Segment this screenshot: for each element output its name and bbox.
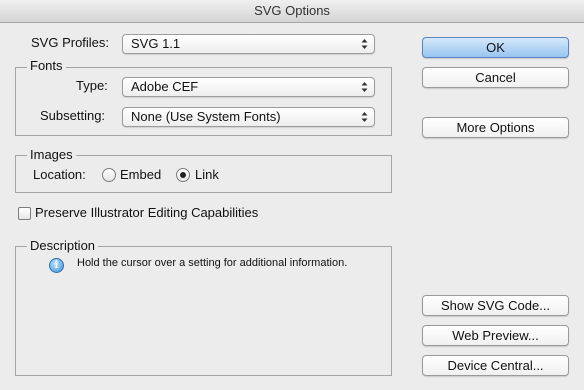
link-label[interactable]: Link [195, 166, 219, 184]
preserve-label[interactable]: Preserve Illustrator Editing Capabilitie… [35, 204, 258, 222]
font-type-value: Adobe CEF [131, 79, 199, 94]
select-arrows-icon [361, 39, 368, 49]
subsetting-label: Subsetting: [40, 108, 106, 123]
preserve-checkbox[interactable] [18, 207, 31, 220]
fonts-group-label: Fonts [27, 58, 66, 74]
link-radio[interactable] [176, 168, 190, 182]
subsetting-select[interactable]: None (Use System Fonts) [122, 107, 375, 127]
more-options-button[interactable]: More Options [422, 117, 569, 138]
ok-button[interactable]: OK [422, 37, 569, 58]
images-group-label: Images [27, 147, 76, 163]
show-svg-code-button[interactable]: Show SVG Code... [422, 295, 569, 316]
window-title: SVG Options [0, 0, 584, 23]
info-icon: i [49, 258, 64, 273]
font-type-select[interactable]: Adobe CEF [122, 77, 375, 97]
subsetting-value: None (Use System Fonts) [131, 109, 281, 124]
embed-label[interactable]: Embed [120, 166, 161, 184]
font-type-label: Type: [76, 78, 108, 93]
cancel-button[interactable]: Cancel [422, 67, 569, 88]
radio-selected-dot [180, 172, 186, 178]
select-arrows-icon [361, 82, 368, 92]
location-label: Location: [33, 167, 86, 182]
description-group-label: Description [27, 238, 99, 254]
svg-profiles-label: SVG Profiles: [31, 35, 110, 50]
select-arrows-icon [361, 112, 368, 122]
device-central-button[interactable]: Device Central... [422, 355, 569, 376]
description-text: Hold the cursor over a setting for addit… [77, 257, 348, 269]
web-preview-button[interactable]: Web Preview... [422, 325, 569, 346]
embed-radio[interactable] [102, 168, 116, 182]
svg-profiles-select[interactable]: SVG 1.1 [122, 34, 375, 54]
svg-profiles-value: SVG 1.1 [131, 36, 181, 51]
